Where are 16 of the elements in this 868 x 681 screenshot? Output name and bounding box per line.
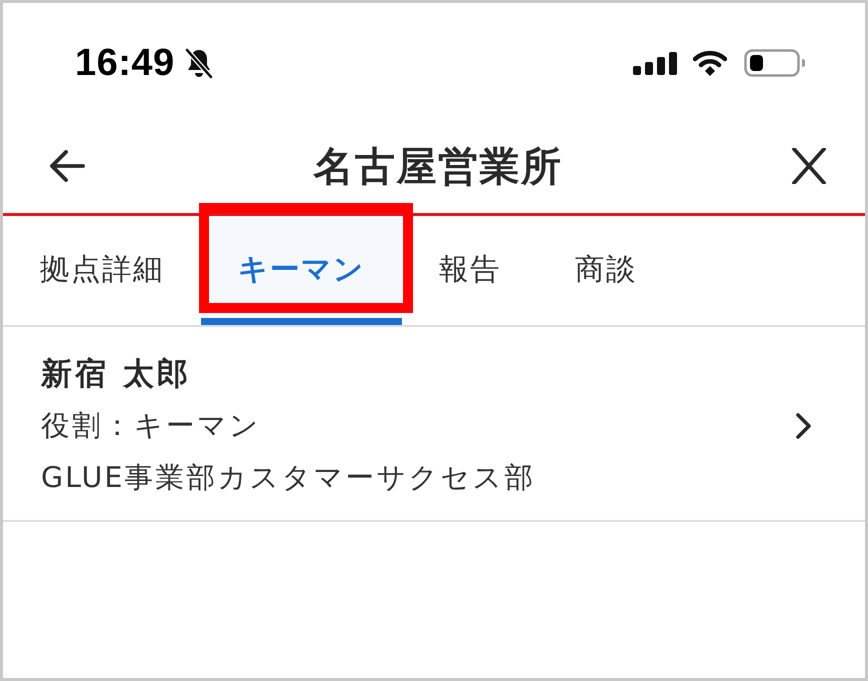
back-button[interactable]: [47, 148, 87, 184]
tab[interactable]: 拠点詳細: [3, 216, 201, 325]
tab[interactable]: 商談: [538, 216, 674, 325]
page-title: 名古屋営業所: [314, 142, 562, 192]
tab[interactable]: 報告: [402, 216, 538, 325]
contact-name: 新宿 太郎: [41, 355, 192, 394]
chevron-right-icon: [795, 412, 813, 440]
signal-icon: [633, 52, 677, 74]
contact-list-item[interactable]: 新宿 太郎 役割：キーマン GLUE事業部カスタマーサクセス部: [3, 327, 865, 522]
contact-department: GLUE事業部カスタマーサクセス部: [41, 460, 536, 496]
close-button[interactable]: [789, 148, 829, 184]
contact-role: 役割：キーマン: [41, 408, 262, 444]
bell-slash-icon: [184, 46, 214, 80]
battery-icon: [744, 49, 805, 77]
wifi-icon: [693, 50, 727, 76]
status-time: 16:49: [75, 44, 175, 82]
